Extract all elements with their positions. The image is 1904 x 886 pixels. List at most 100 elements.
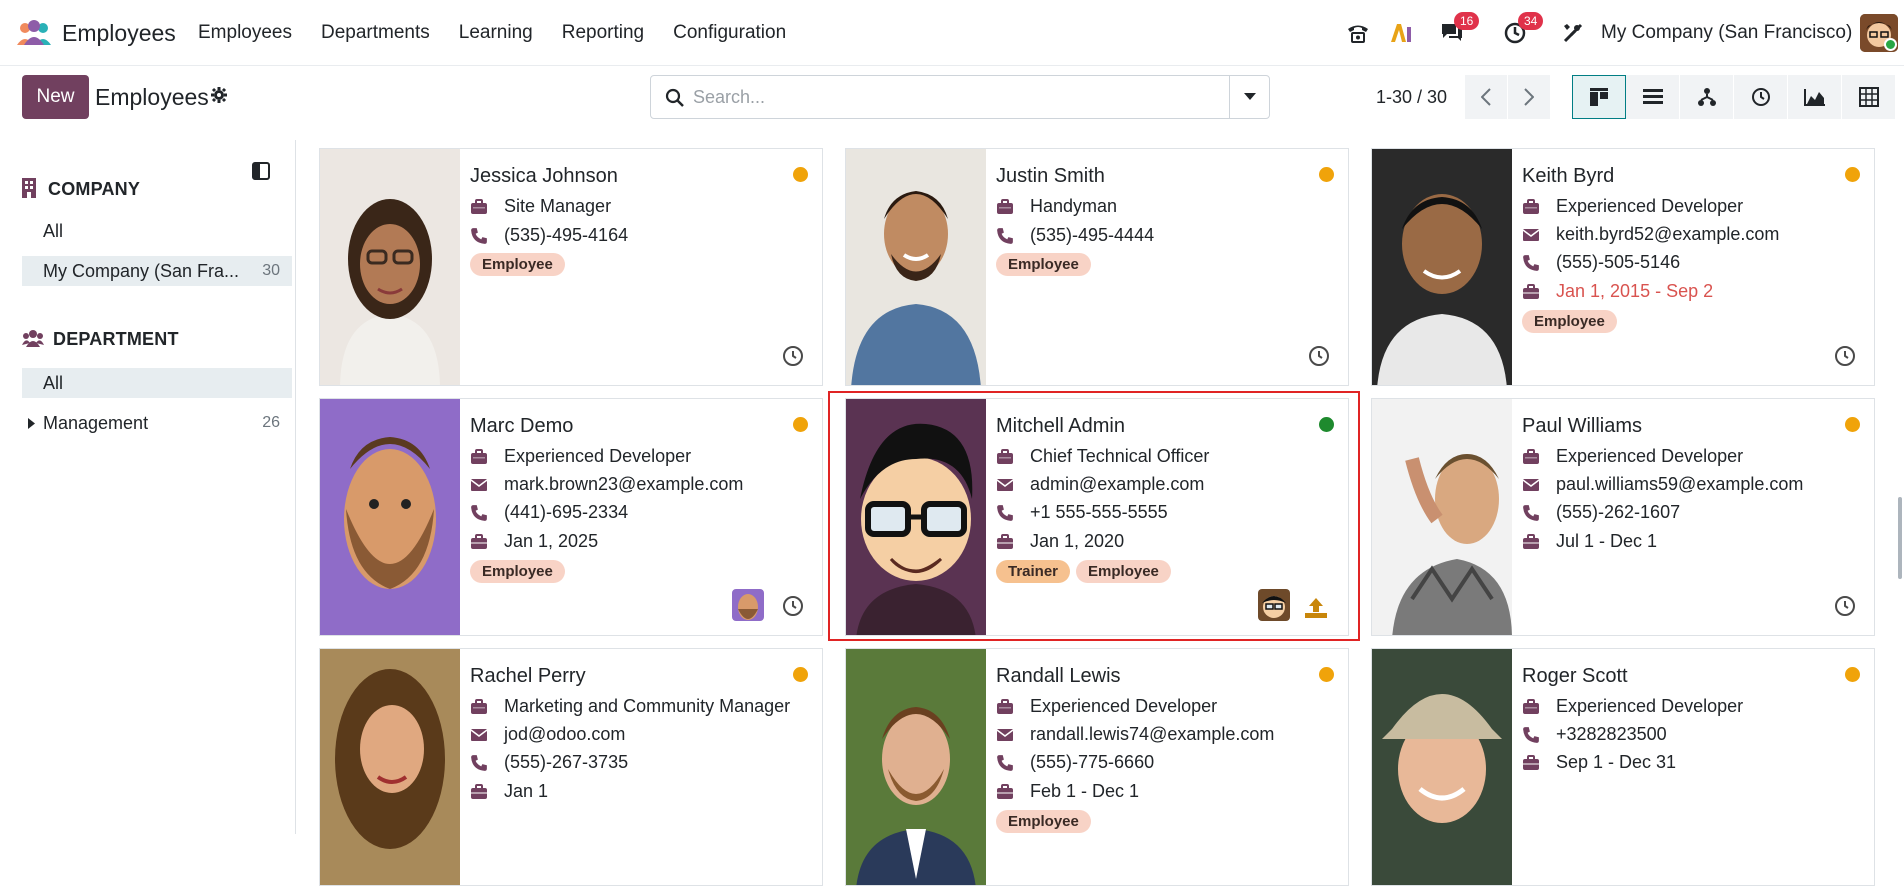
employee-contract: Jan 1, 2015 - Sep 2 [1522, 281, 1713, 302]
employee-photo [1372, 149, 1512, 385]
employee-card[interactable]: Keith Byrd Experienced Developer keith.b… [1371, 148, 1875, 386]
employee-job: Experienced Developer [1522, 196, 1743, 217]
activity-clock-icon[interactable] [1834, 595, 1856, 617]
department-filter-label: Management [43, 412, 149, 433]
activities-icon[interactable]: 34 [1496, 12, 1544, 52]
company-section-title: COMPANY [48, 179, 141, 199]
building-icon [22, 178, 36, 198]
pager-previous-button[interactable] [1465, 75, 1507, 119]
hierarchy-view-button[interactable] [1680, 75, 1734, 119]
gear-icon[interactable] [210, 86, 228, 104]
tag-employee: Employee [996, 253, 1091, 276]
employee-photo [320, 649, 460, 885]
menu-departments[interactable]: Departments [321, 22, 430, 44]
activity-clock-icon[interactable] [782, 345, 804, 367]
kanban-view-button[interactable] [1572, 75, 1626, 119]
employee-job: Experienced Developer [1522, 696, 1743, 717]
app-title[interactable]: Employees [62, 20, 176, 47]
employee-contract: Jan 1, 2025 [470, 531, 598, 552]
activity-view-button[interactable] [1734, 75, 1788, 119]
employee-name: Jessica Johnson [470, 165, 618, 187]
scrollbar[interactable] [1898, 497, 1902, 579]
menu-reporting[interactable]: Reporting [562, 22, 644, 44]
menu-learning[interactable]: Learning [459, 22, 533, 44]
employees-app-icon[interactable] [16, 19, 52, 47]
hierarchy-icon [1697, 88, 1716, 106]
employee-name: Randall Lewis [996, 665, 1121, 687]
briefcase-icon [470, 198, 488, 216]
employee-phone: (555)-775-6660 [996, 752, 1154, 773]
chevron-right-icon [1524, 88, 1534, 106]
new-button[interactable]: New [22, 75, 89, 119]
phone-icon [996, 754, 1014, 772]
suitcase-icon [470, 783, 488, 801]
messages-icon[interactable]: 16 [1432, 12, 1480, 52]
tag-employee: Employee [470, 560, 565, 583]
employee-card[interactable]: Paul Williams Experienced Developer paul… [1371, 398, 1875, 636]
employee-photo [846, 149, 986, 385]
employee-card[interactable]: Jessica Johnson Site Manager (535)-495-4… [319, 148, 823, 386]
employee-contract: Jul 1 - Dec 1 [1522, 531, 1657, 552]
employee-job: Handyman [996, 196, 1117, 217]
graph-view-button[interactable] [1788, 75, 1842, 119]
activity-clock-icon[interactable] [782, 595, 804, 617]
presence-status-dot [793, 667, 808, 682]
briefcase-icon [1522, 698, 1540, 716]
employee-job: Experienced Developer [996, 696, 1217, 717]
pivot-view-button[interactable] [1842, 75, 1896, 119]
employee-job: Marketing and Community Manager [470, 696, 790, 717]
employee-card[interactable]: Randall Lewis Experienced Developer rand… [845, 648, 1349, 886]
envelope-icon [1522, 476, 1540, 494]
phone-icon[interactable] [1344, 14, 1372, 52]
pager-next-button[interactable] [1508, 75, 1550, 119]
tools-icon[interactable] [1560, 14, 1586, 52]
briefcase-icon [470, 448, 488, 466]
employee-name: Marc Demo [470, 415, 574, 437]
company-switcher[interactable]: My Company (San Francisco) [1601, 22, 1852, 44]
activity-clock-icon[interactable] [1308, 345, 1330, 367]
employee-card[interactable]: Rachel Perry Marketing and Community Man… [319, 648, 823, 886]
company-filter-my-company[interactable]: My Company (San Fra... 30 [22, 256, 292, 286]
sidebar-collapse-icon[interactable] [252, 162, 270, 180]
suitcase-icon [1522, 533, 1540, 551]
employee-photo [320, 399, 460, 635]
search-options-toggle[interactable] [1229, 76, 1269, 118]
employee-name: Roger Scott [1522, 665, 1628, 687]
activity-clock-icon[interactable] [1834, 345, 1856, 367]
employee-phone: (535)-495-4164 [470, 225, 628, 246]
department-filter-count: 26 [262, 414, 280, 431]
activities-badge: 34 [1518, 12, 1544, 30]
employee-photo [846, 649, 986, 885]
ai-icon[interactable] [1388, 14, 1414, 52]
list-view-button[interactable] [1626, 75, 1680, 119]
department-filter-management[interactable]: Management 26 [22, 408, 292, 438]
clock-icon [1751, 88, 1770, 106]
presence-status-dot [1319, 667, 1334, 682]
employee-name: Paul Williams [1522, 415, 1643, 437]
employee-email: jod@odoo.com [470, 724, 625, 745]
department-filter-all[interactable]: All [22, 368, 292, 398]
presence-status-dot [1845, 167, 1860, 182]
company-filter-all[interactable]: All [22, 216, 292, 246]
department-section-title: DEPARTMENT [53, 329, 179, 349]
envelope-icon [470, 726, 488, 744]
list-icon [1642, 89, 1663, 104]
menu-employees[interactable]: Employees [198, 22, 292, 44]
employee-photo [320, 149, 460, 385]
briefcase-icon [996, 198, 1014, 216]
search-input[interactable] [693, 84, 1213, 110]
caret-right-icon[interactable] [28, 418, 35, 429]
breadcrumb: Employees [95, 84, 209, 110]
menu-configuration[interactable]: Configuration [673, 22, 786, 44]
employee-name: Justin Smith [996, 165, 1105, 187]
messages-badge: 16 [1454, 12, 1480, 30]
company-filter-count: 30 [262, 262, 280, 279]
employee-job: Site Manager [470, 196, 611, 217]
chevron-left-icon [1481, 88, 1491, 106]
employee-card[interactable]: Roger Scott Experienced Developer +32828… [1371, 648, 1875, 886]
pager-value[interactable]: 1-30 / 30 [1376, 87, 1447, 108]
employee-card[interactable]: Marc Demo Experienced Developer mark.bro… [319, 398, 823, 636]
employee-card[interactable]: Justin Smith Handyman (535)-495-4444 Emp… [845, 148, 1349, 386]
presence-status-dot [793, 417, 808, 432]
manager-avatar[interactable] [732, 589, 764, 621]
